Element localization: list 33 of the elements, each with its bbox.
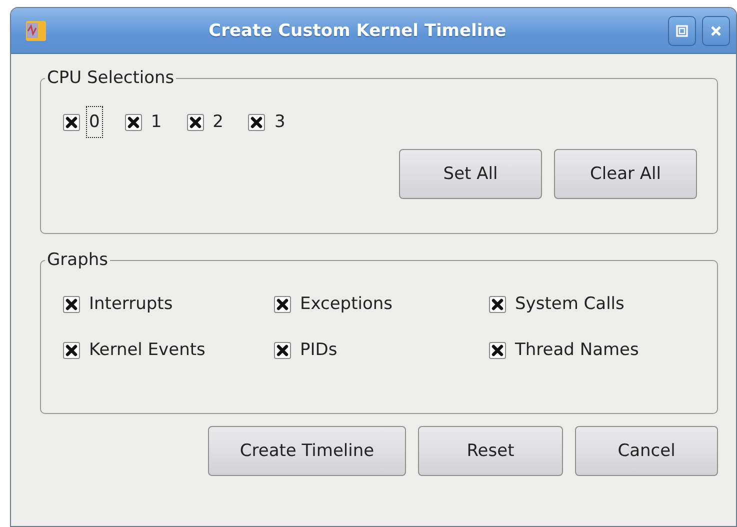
- app-icon: [25, 20, 47, 42]
- checkbox[interactable]: [63, 114, 80, 130]
- cancel-button[interactable]: Cancel: [575, 426, 718, 476]
- cpu-label: 2: [212, 111, 224, 134]
- cpu-label: 1: [150, 111, 163, 134]
- graph-label: Interrupts: [88, 293, 174, 316]
- graph-label: System Calls: [514, 293, 626, 316]
- close-icon: [709, 24, 723, 38]
- graph-label: Exceptions: [299, 293, 394, 316]
- checkbox[interactable]: [63, 342, 80, 358]
- checkbox[interactable]: [124, 114, 142, 130]
- create-timeline-button[interactable]: Create Timeline: [208, 426, 406, 476]
- clear-all-button[interactable]: Clear All: [554, 149, 697, 199]
- cpu-label: 3: [273, 111, 286, 134]
- graph-label: Kernel Events: [88, 339, 206, 362]
- maximize-icon: [675, 24, 689, 38]
- checkbox[interactable]: [489, 296, 506, 312]
- checkbox[interactable]: [248, 114, 266, 130]
- window-title: Create Custom Kernel Timeline: [208, 20, 508, 40]
- close-button[interactable]: [702, 16, 730, 46]
- group-title: Graphs: [46, 250, 110, 270]
- maximize-button[interactable]: [668, 16, 696, 46]
- checkbox[interactable]: [274, 342, 291, 358]
- checkbox[interactable]: [274, 296, 291, 312]
- checkbox[interactable]: [186, 114, 204, 130]
- checkbox[interactable]: [489, 342, 506, 358]
- checkbox[interactable]: [63, 296, 80, 312]
- graph-label: PIDs: [299, 339, 338, 362]
- cpu-label: 0: [86, 106, 103, 138]
- set-all-button[interactable]: Set All: [399, 149, 542, 199]
- reset-button[interactable]: Reset: [418, 426, 563, 476]
- group-title: CPU Selections: [46, 68, 176, 88]
- graph-label: Thread Names: [514, 339, 640, 362]
